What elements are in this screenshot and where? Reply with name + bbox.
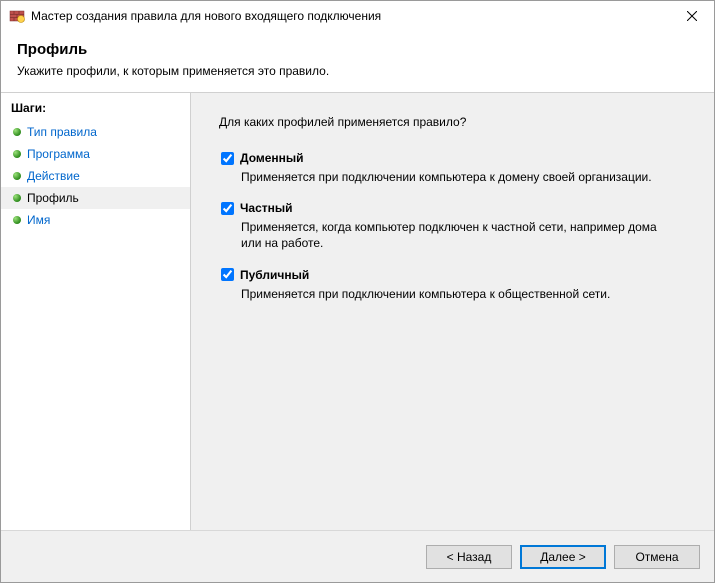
option-label[interactable]: Доменный <box>240 151 304 165</box>
firewall-icon <box>9 8 25 24</box>
close-button[interactable] <box>669 1 714 31</box>
page-title: Профиль <box>17 41 698 58</box>
step-label: Тип правила <box>27 125 97 139</box>
option-desc: Применяется, когда компьютер подключен к… <box>241 219 671 251</box>
option-label[interactable]: Публичный <box>240 268 309 282</box>
step-rule-type[interactable]: Тип правила <box>1 121 190 143</box>
bullet-icon <box>13 194 21 202</box>
titlebar: Мастер создания правила для нового входя… <box>1 1 714 31</box>
option-public: Публичный Применяется при подключении ко… <box>221 268 686 302</box>
next-button[interactable]: Далее > <box>520 545 606 569</box>
steps-sidebar: Шаги: Тип правила Программа Действие Про… <box>1 93 191 530</box>
option-desc: Применяется при подключении компьютера к… <box>241 169 671 185</box>
back-button[interactable]: < Назад <box>426 545 512 569</box>
step-label: Имя <box>27 213 50 227</box>
checkbox-domain[interactable] <box>221 152 234 165</box>
close-icon <box>687 11 697 21</box>
wizard-window: Мастер создания правила для нового входя… <box>0 0 715 583</box>
bullet-icon <box>13 150 21 158</box>
profile-question: Для каких профилей применяется правило? <box>219 115 686 129</box>
cancel-button[interactable]: Отмена <box>614 545 700 569</box>
wizard-body: Шаги: Тип правила Программа Действие Про… <box>1 92 714 530</box>
step-label: Действие <box>27 169 80 183</box>
option-desc: Применяется при подключении компьютера к… <box>241 286 671 302</box>
wizard-footer: < Назад Далее > Отмена <box>1 530 714 582</box>
checkbox-public[interactable] <box>221 268 234 281</box>
page-subtitle: Укажите профили, к которым применяется э… <box>17 64 698 78</box>
step-profile: Профиль <box>1 187 190 209</box>
step-action[interactable]: Действие <box>1 165 190 187</box>
checkbox-private[interactable] <box>221 202 234 215</box>
step-name[interactable]: Имя <box>1 209 190 231</box>
option-label[interactable]: Частный <box>240 201 293 215</box>
step-program[interactable]: Программа <box>1 143 190 165</box>
step-label: Программа <box>27 147 90 161</box>
window-title: Мастер создания правила для нового входя… <box>31 9 669 23</box>
option-domain: Доменный Применяется при подключении ком… <box>221 151 686 185</box>
content-pane: Для каких профилей применяется правило? … <box>191 93 714 530</box>
steps-heading: Шаги: <box>1 99 190 121</box>
wizard-header: Профиль Укажите профили, к которым приме… <box>1 31 714 92</box>
bullet-icon <box>13 172 21 180</box>
bullet-icon <box>13 128 21 136</box>
option-private: Частный Применяется, когда компьютер под… <box>221 201 686 251</box>
bullet-icon <box>13 216 21 224</box>
step-label: Профиль <box>27 191 79 205</box>
